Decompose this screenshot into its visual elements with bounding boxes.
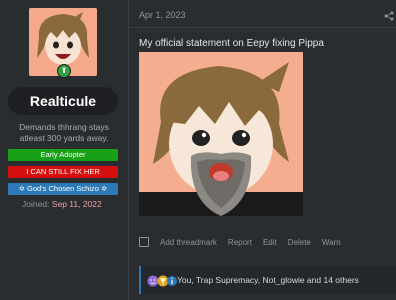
banner-early-adopter: Early Adopter	[8, 149, 118, 161]
joined-info: Joined: Sep 11, 2022	[22, 199, 102, 209]
reaction-users[interactable]: You, Trap Supremacy, Not_glowie and 14 o…	[177, 275, 359, 285]
joined-label: Joined:	[22, 199, 50, 209]
blue-info-icon	[167, 276, 177, 286]
warn-link[interactable]: Warn	[322, 238, 341, 247]
bearded-anime-girl-image-icon	[139, 52, 303, 216]
post-image[interactable]	[139, 52, 303, 216]
user-tagline: Demands thhrang stays atleast 300 yards …	[19, 122, 109, 143]
gold-trophy-icon	[157, 275, 169, 287]
report-link[interactable]: Report	[228, 238, 252, 247]
post-actions: Add threadmark Report Edit Delete Warn	[139, 237, 352, 247]
joined-date: Sep 11, 2022	[51, 199, 102, 209]
reaction-icons	[147, 274, 177, 287]
user-panel: ⬆ Realticule Demands thhrang stays atlea…	[0, 0, 128, 300]
post-body: Apr 1, 2023 My official statement on Eep…	[130, 0, 396, 300]
select-post-checkbox[interactable]	[139, 237, 149, 247]
edit-link[interactable]: Edit	[263, 238, 277, 247]
banner-chosen-schizo: ✡ God's Chosen Schizo ✡	[8, 183, 118, 195]
delete-link[interactable]: Delete	[288, 238, 311, 247]
online-status-icon: ⬆	[57, 64, 71, 78]
post-header-divider	[130, 27, 396, 28]
share-icon[interactable]	[384, 8, 394, 21]
post-date[interactable]: Apr 1, 2023	[139, 10, 186, 20]
username[interactable]: Realticule	[8, 87, 118, 115]
post-title: My official statement on Eepy fixing Pip…	[139, 38, 324, 49]
add-threadmark-link[interactable]: Add threadmark	[160, 238, 217, 247]
panel-divider	[128, 0, 129, 300]
banner-fix-her: I CAN STILL FIX HER	[8, 166, 118, 178]
reactions-bar[interactable]: You, Trap Supremacy, Not_glowie and 14 o…	[139, 266, 396, 294]
purple-smile-icon	[147, 275, 159, 287]
